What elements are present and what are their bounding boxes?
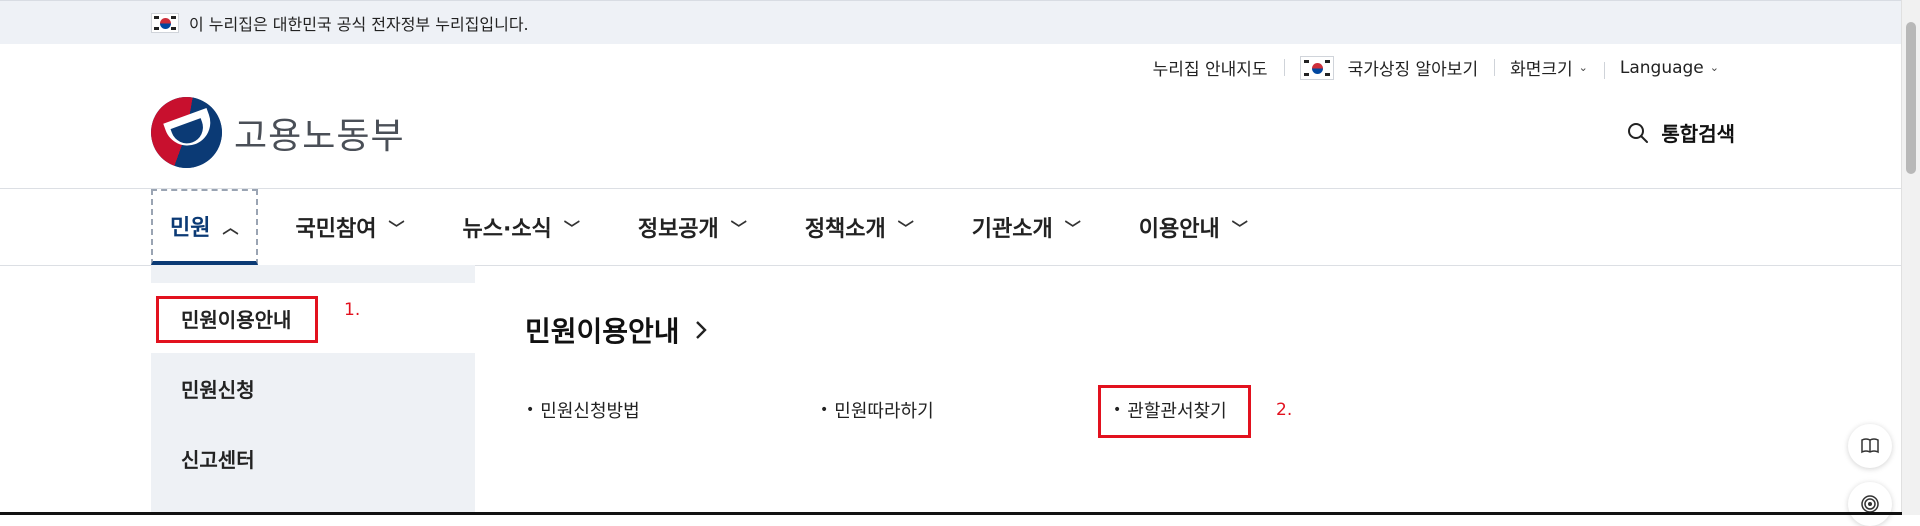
gnb-item-organization[interactable]: 기관소개 ﹀ xyxy=(952,189,1101,265)
chevron-down-icon: ﹀ xyxy=(563,219,580,238)
gnb-label: 기관소개 xyxy=(971,217,1053,242)
link-apply-method[interactable]: • 민원신청방법 xyxy=(526,397,640,423)
chevron-down-icon: ﹀ xyxy=(897,219,914,238)
chevron-down-icon: ﹀ xyxy=(730,219,747,238)
ministry-name: 고용노동부 xyxy=(234,115,405,157)
chevron-right-icon xyxy=(695,321,707,339)
utility-nav: 누리집 안내지도 국가상징 알아보기 화면크기 ⌄ Language ⌄ xyxy=(1137,55,1735,80)
gnb-label: 국민참여 xyxy=(295,217,377,242)
bullet-icon: • xyxy=(820,402,829,418)
language-label: Language xyxy=(1619,57,1704,78)
search-label: 통합검색 xyxy=(1661,122,1735,146)
gnb-item-policy[interactable]: 정책소개 ﹀ xyxy=(785,189,934,265)
sitemap-label: 누리집 안내지도 xyxy=(1152,60,1268,80)
broadcast-icon xyxy=(1861,495,1879,513)
sub-nav-label: 민원신청 xyxy=(181,377,255,402)
floating-broadcast-button[interactable] xyxy=(1848,482,1892,526)
gov-banner: 이 누리집은 대한민국 공식 전자정부 누리집입니다. xyxy=(0,0,1902,44)
gnb-item-participation[interactable]: 국민참여 ﹀ xyxy=(276,189,425,265)
main-nav: 민원 ︿ 국민참여 ﹀ 뉴스·소식 ﹀ 정보공개 ﹀ 정책소개 ﹀ 기관소개 ﹀ 이용안내 ﹀ xyxy=(0,188,1902,266)
link-follow-along[interactable]: • 민원따라하기 xyxy=(820,397,934,423)
floating-book-button[interactable] xyxy=(1848,424,1892,468)
gov-banner-text: 이 누리집은 대한민국 공식 전자정부 누리집입니다. xyxy=(189,15,529,34)
integrated-search-button[interactable]: 통합검색 xyxy=(1627,118,1735,147)
gnb-label: 민원 xyxy=(170,216,211,241)
gnb-item-guide[interactable]: 이용안내 ﹀ xyxy=(1119,189,1268,265)
gnb-label: 뉴스·소식 xyxy=(462,217,552,242)
gnb-item-news[interactable]: 뉴스·소식 ﹀ xyxy=(442,189,599,265)
gnb-item-minwon[interactable]: 민원 ︿ xyxy=(151,189,258,265)
zoom-dropdown[interactable]: 화면크기 ⌄ xyxy=(1494,55,1604,80)
scrollbar-thumb[interactable] xyxy=(1906,22,1916,174)
chevron-down-icon: ﹀ xyxy=(1064,219,1081,238)
language-dropdown[interactable]: Language ⌄ xyxy=(1603,57,1735,79)
sub-nav-label: 신고센터 xyxy=(181,447,255,472)
korea-flag-icon xyxy=(151,13,179,33)
annotation-2: 2. xyxy=(1276,400,1293,420)
gnb-label: 정보공개 xyxy=(637,217,719,242)
link-label: 민원따라하기 xyxy=(834,401,934,422)
link-label: 민원신청방법 xyxy=(540,401,640,422)
chevron-up-icon: ︿ xyxy=(222,218,239,237)
zoom-label: 화면크기 xyxy=(1510,60,1573,80)
sitemap-link[interactable]: 누리집 안내지도 xyxy=(1137,55,1284,80)
sub-nav-item-apply[interactable]: 민원신청 xyxy=(151,353,475,423)
ministry-logo[interactable]: 고용노동부 xyxy=(151,97,405,168)
national-symbols-label: 국가상징 알아보기 xyxy=(1347,60,1479,80)
korea-flag-icon xyxy=(1299,55,1334,80)
search-icon xyxy=(1628,122,1649,143)
page-scrollbar[interactable] xyxy=(1901,0,1920,515)
chevron-down-icon: ﹀ xyxy=(388,219,405,238)
page-title: 민원이용안내 xyxy=(525,310,708,350)
gnb-item-disclosure[interactable]: 정보공개 ﹀ xyxy=(618,189,767,265)
book-icon xyxy=(1861,438,1879,454)
chevron-down-icon: ⌄ xyxy=(1578,61,1588,74)
gnb-label: 이용안내 xyxy=(1138,217,1220,242)
highlight-box-1 xyxy=(156,296,318,343)
chevron-down-icon: ﹀ xyxy=(1231,219,1248,238)
chevron-down-icon: ⌄ xyxy=(1709,61,1719,74)
annotation-1: 1. xyxy=(344,300,361,320)
page-title-text: 민원이용안내 xyxy=(525,315,680,348)
national-symbols-link[interactable]: 국가상징 알아보기 xyxy=(1283,55,1495,80)
bullet-icon: • xyxy=(526,402,535,418)
sub-nav-item-report[interactable]: 신고센터 xyxy=(151,423,475,493)
highlight-box-2 xyxy=(1098,385,1251,438)
government-emblem-icon xyxy=(151,97,222,168)
gnb-label: 정책소개 xyxy=(804,217,886,242)
